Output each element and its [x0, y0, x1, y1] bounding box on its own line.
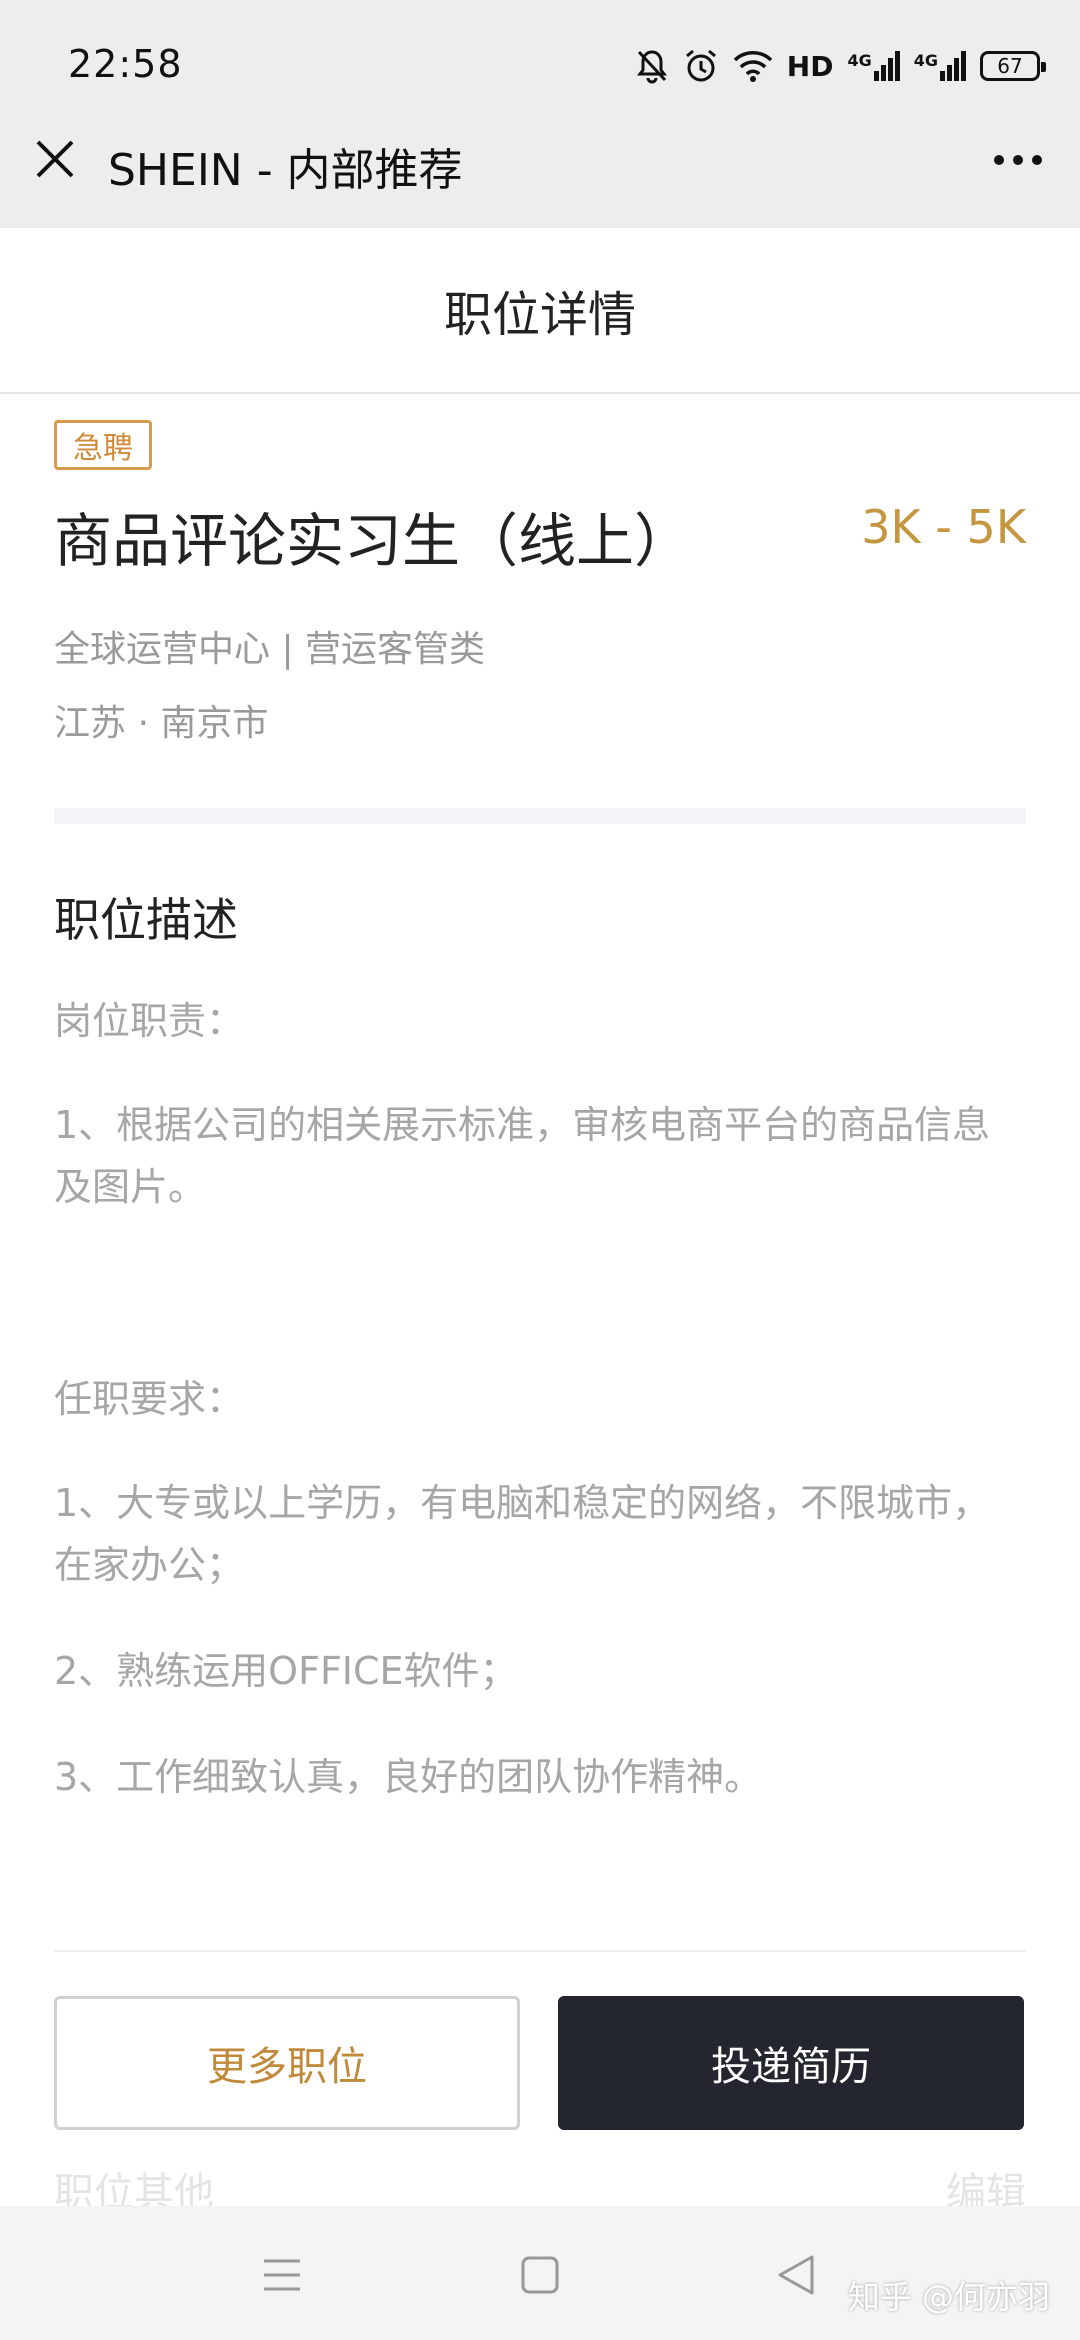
mute-bell-icon [635, 48, 669, 84]
requirement-item: 3、工作细致认真，良好的团队协作精神。 [54, 1755, 763, 1799]
page-header: 职位详情 [0, 228, 1080, 394]
requirements-heading: 任职要求： [54, 1377, 245, 1421]
more-jobs-button[interactable]: 更多职位 [54, 1996, 520, 2130]
status-icons: HD 4G 4G 67 [635, 44, 1046, 88]
content-divider [54, 1950, 1026, 1952]
close-button[interactable] [30, 134, 80, 184]
dot-icon [1032, 155, 1042, 165]
watermark: 知乎 @何亦羽 [847, 2278, 1050, 2316]
home-nav-button[interactable] [510, 2250, 570, 2300]
square-icon [521, 2256, 559, 2294]
duty-item: 1、根据公司的相关展示标准，审核电商平台的商品信息及图片。 [54, 1103, 991, 1209]
signal-icon-1: 4G [847, 51, 900, 81]
webview-title: SHEIN - 内部推荐 [108, 145, 463, 196]
job-department: 全球运营中心 | 营运客管类 [54, 629, 486, 670]
salary: 3K - 5K [861, 500, 1026, 554]
hd-label: HD [786, 49, 834, 83]
wifi-icon [733, 50, 773, 82]
webview-title-bar: SHEIN - 内部推荐 [0, 98, 1080, 228]
status-time: 22:58 [68, 42, 183, 86]
dot-icon [994, 155, 1004, 165]
requirement-item: 1、大专或以上学历，有电脑和稳定的网络，不限城市，在家办公； [54, 1481, 991, 1587]
dot-icon [1013, 155, 1023, 165]
job-location: 江苏 · 南京市 [54, 703, 269, 744]
urgent-badge: 急聘 [54, 420, 152, 470]
apply-resume-button[interactable]: 投递简历 [558, 1996, 1024, 2130]
alarm-icon [683, 48, 719, 84]
battery-icon: 67 [980, 51, 1046, 81]
more-options-button[interactable] [986, 138, 1050, 182]
section-divider [54, 808, 1026, 824]
battery-level: 67 [997, 54, 1023, 78]
requirement-item: 2、熟练运用OFFICE软件； [54, 1649, 518, 1693]
back-triangle-icon [778, 2255, 814, 2295]
close-icon [36, 140, 74, 178]
job-title: 商品评论实习生（线上） [54, 507, 693, 575]
duties-heading: 岗位职责： [54, 999, 245, 1043]
back-nav-button[interactable] [766, 2250, 826, 2300]
signal-icon-2: 4G [914, 51, 966, 81]
section-title: 职位描述 [54, 893, 238, 947]
menu-nav-button[interactable] [252, 2250, 312, 2300]
page-title: 职位详情 [443, 287, 636, 343]
menu-icon [264, 2259, 300, 2291]
